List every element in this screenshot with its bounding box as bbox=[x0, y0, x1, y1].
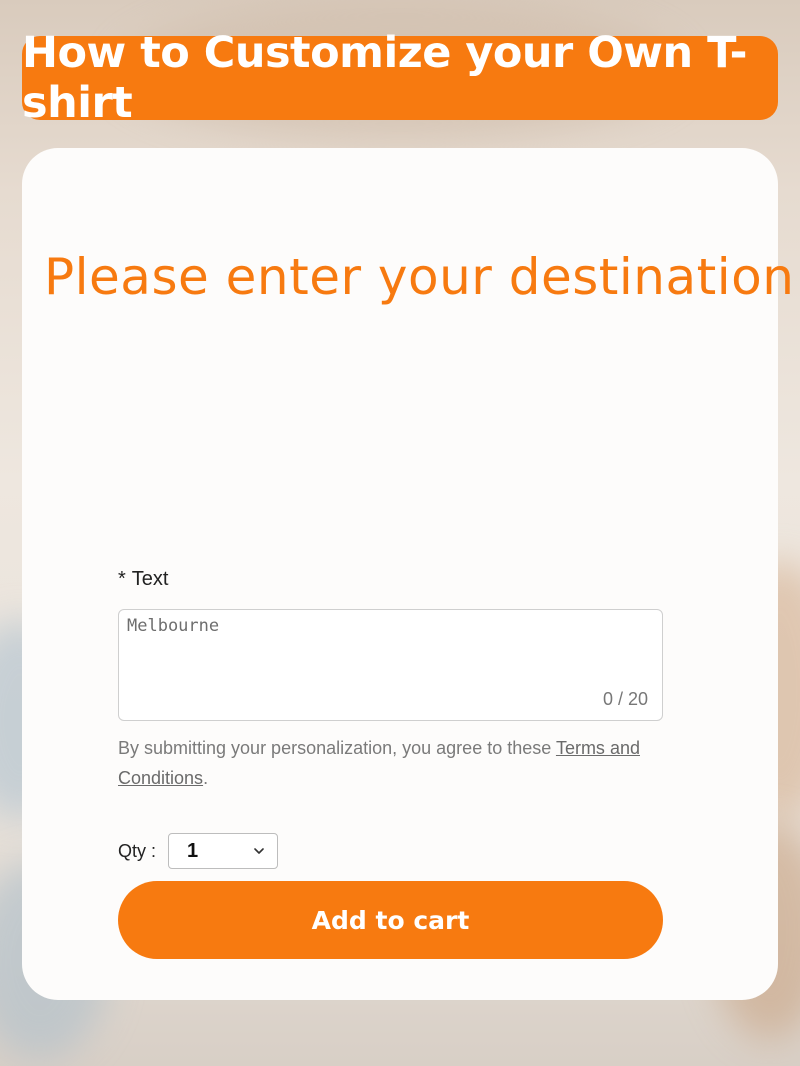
quantity-value: 1 bbox=[187, 839, 199, 862]
text-input-value: Melbourne bbox=[127, 616, 220, 636]
add-to-cart-button[interactable]: Add to cart bbox=[118, 881, 663, 959]
text-label: Text bbox=[131, 568, 169, 590]
terms-period: . bbox=[203, 768, 209, 788]
add-to-cart-label: Add to cart bbox=[311, 905, 470, 935]
banner-title: How to Customize your Own T-shirt bbox=[22, 28, 747, 128]
quantity-select[interactable]: 1 bbox=[168, 833, 279, 869]
terms-notice: By submitting your personalization, you … bbox=[118, 733, 663, 793]
form-card: Please enter your destination ! * Text M… bbox=[22, 148, 800, 1000]
required-asterisk: * bbox=[118, 568, 126, 590]
quantity-row: Qty : 1 bbox=[118, 833, 663, 869]
text-field-label: * Text bbox=[118, 568, 663, 591]
character-counter: 0 / 20 bbox=[602, 689, 648, 709]
text-input[interactable]: Melbourne 0 / 20 bbox=[118, 609, 663, 721]
chevron-down-icon bbox=[254, 848, 264, 854]
quantity-label: Qty : bbox=[118, 840, 157, 861]
instruction-headline: Please enter your destination ! bbox=[44, 248, 800, 306]
personalization-form: * Text Melbourne 0 / 20 By submitting yo… bbox=[118, 568, 663, 959]
terms-text: By submitting your personalization, you … bbox=[118, 738, 556, 758]
title-banner: How to Customize your Own T-shirt bbox=[22, 28, 778, 128]
